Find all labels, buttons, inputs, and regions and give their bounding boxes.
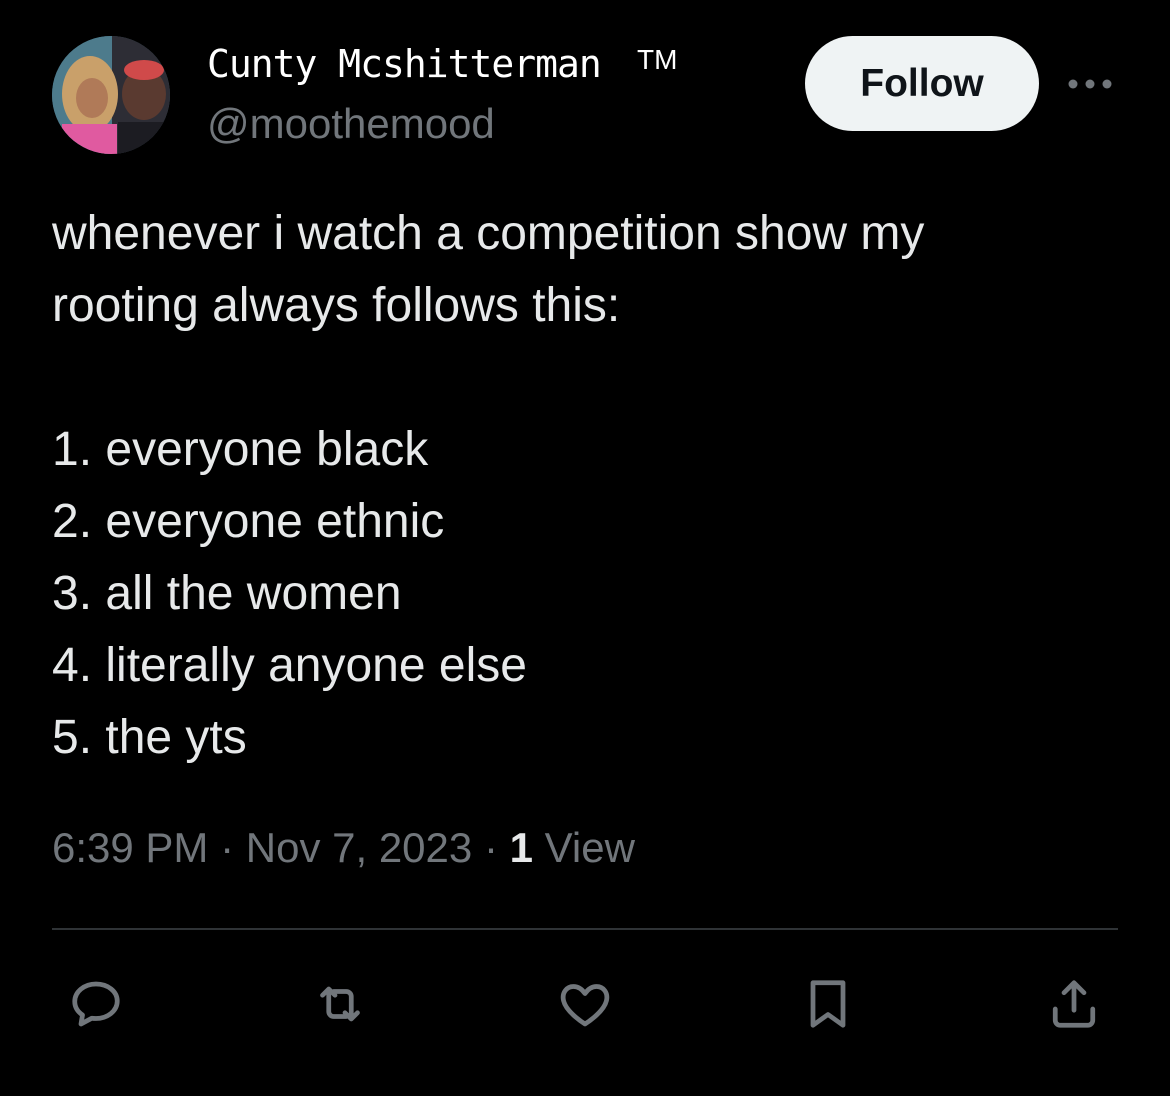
share-icon	[1052, 980, 1096, 1028]
author-handle[interactable]: @moothemood	[207, 100, 495, 148]
tweet-meta: 6:39 PM · Nov 7, 2023 · 1 View	[52, 824, 635, 872]
share-button[interactable]	[1044, 974, 1104, 1034]
retweet-icon	[320, 986, 360, 1022]
tweet-time[interactable]: 6:39 PM	[52, 824, 208, 871]
list-item: 5. the yts	[52, 711, 247, 764]
list-item: 4. literally anyone else	[52, 639, 527, 692]
list-item: 3. all the women	[52, 567, 402, 620]
tweet-date[interactable]: Nov 7, 2023	[246, 824, 473, 871]
follow-button[interactable]: Follow	[805, 36, 1039, 131]
retweet-button[interactable]	[310, 974, 370, 1034]
trademark-mark: TM	[637, 44, 678, 75]
reply-icon	[72, 981, 120, 1027]
avatar[interactable]	[52, 36, 170, 154]
tweet-text-line: rooting always follows this:	[52, 279, 621, 332]
author-display-name[interactable]: Cunty Mcshitterman	[207, 42, 602, 86]
like-icon	[560, 984, 610, 1027]
more-options-icon[interactable]	[1065, 72, 1115, 96]
reply-button[interactable]	[66, 974, 126, 1034]
like-button[interactable]	[555, 974, 615, 1034]
view-count: 1	[509, 824, 533, 871]
tweet-text-line: whenever i watch a competition show my	[52, 207, 925, 260]
tweet-card: Cunty Mcshitterman TM @moothemood Follow…	[0, 0, 1170, 1096]
list-item: 1. everyone black	[52, 423, 429, 476]
bookmark-button[interactable]	[798, 974, 858, 1034]
list-item: 2. everyone ethnic	[52, 495, 445, 548]
divider	[52, 928, 1118, 930]
tweet-text: whenever i watch a competition show my r…	[52, 198, 1132, 774]
view-label: View	[544, 824, 635, 871]
meta-separator: ·	[220, 824, 235, 871]
bookmark-icon	[810, 980, 846, 1028]
avatar-image	[52, 36, 170, 154]
meta-separator: ·	[483, 824, 498, 871]
